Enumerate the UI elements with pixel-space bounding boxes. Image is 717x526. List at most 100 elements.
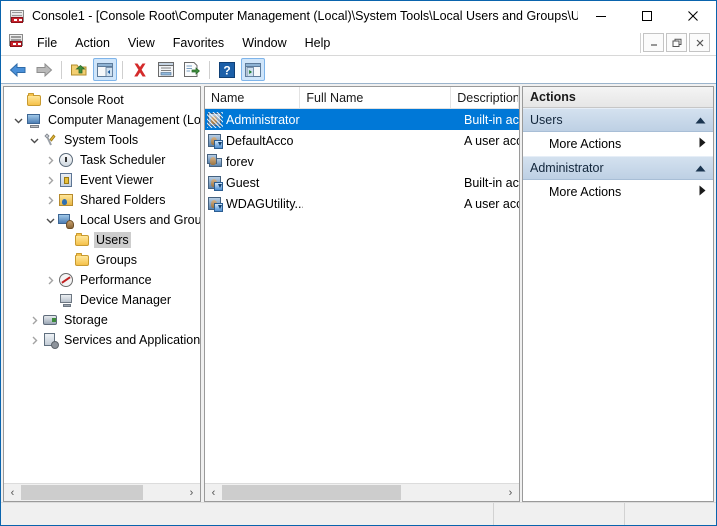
tree-node-performance[interactable]: Performance [4, 270, 200, 290]
actions-section-administrator[interactable]: Administrator [523, 156, 713, 180]
users-list-pane: Name Full Name Description Administrator… [204, 86, 520, 502]
scroll-right-icon[interactable]: › [183, 484, 200, 501]
tree-node-computer-management[interactable]: Computer Management (Lo [4, 110, 200, 130]
scroll-thumb[interactable] [222, 485, 402, 500]
tree-node-device-manager[interactable]: Device Manager [4, 290, 200, 310]
chevron-up-icon[interactable] [695, 113, 706, 127]
window-title: Console1 - [Console Root\Computer Manage… [32, 8, 578, 23]
mdi-caption-button-group [640, 32, 714, 53]
scroll-track[interactable] [222, 484, 502, 501]
action-item-more-actions-administrator[interactable]: More Actions [523, 180, 713, 204]
chevron-right-icon[interactable] [26, 332, 42, 348]
mdi-close-icon[interactable] [689, 33, 710, 52]
list-horizontal-scrollbar[interactable]: ‹ › [205, 483, 519, 501]
mdi-minimize-icon[interactable] [643, 33, 664, 52]
status-bar [1, 502, 716, 525]
toolbar: ? [1, 56, 716, 84]
tree-node-services-and-applications[interactable]: Services and Application [4, 330, 200, 350]
scroll-thumb[interactable] [21, 485, 143, 500]
mmc-console-icon-small [8, 32, 24, 53]
services-icon [42, 332, 59, 349]
maximize-icon[interactable] [624, 1, 670, 30]
column-header-name[interactable]: Name [205, 87, 301, 108]
tree-node-task-scheduler[interactable]: Task Scheduler [4, 150, 200, 170]
table-row[interactable]: forev [205, 151, 519, 172]
menu-window[interactable]: Window [233, 33, 295, 53]
menu-favorites[interactable]: Favorites [164, 33, 233, 53]
chevron-down-icon[interactable] [26, 132, 42, 148]
properties-icon[interactable] [154, 58, 178, 81]
cell-description: Built-in acco [464, 112, 519, 127]
column-header-full-name[interactable]: Full Name [300, 87, 452, 108]
chevron-right-icon[interactable] [42, 152, 58, 168]
export-list-icon[interactable] [180, 58, 204, 81]
tree-node-console-root[interactable]: Console Root [4, 90, 200, 110]
menu-file[interactable]: File [28, 33, 66, 53]
twisty-placeholder [42, 292, 58, 308]
chevron-right-icon[interactable] [42, 192, 58, 208]
tree-node-storage[interactable]: Storage [4, 310, 200, 330]
back-arrow-icon[interactable] [6, 58, 30, 81]
cell-user-name: Guest [226, 175, 260, 190]
tree-node-list[interactable]: Console Root Computer Management (Lo Sys… [4, 87, 200, 483]
help-question-icon[interactable]: ? [215, 58, 239, 81]
tree-node-system-tools[interactable]: System Tools [4, 130, 200, 150]
tree-node-shared-folders[interactable]: Shared Folders [4, 190, 200, 210]
twisty-placeholder [10, 92, 26, 108]
chevron-right-icon[interactable] [26, 312, 42, 328]
close-icon[interactable] [670, 1, 716, 30]
tree-node-label: Services and Application [64, 333, 200, 347]
menu-help[interactable]: Help [296, 33, 340, 53]
storage-icon [42, 312, 58, 328]
toolbar-separator-2 [122, 60, 123, 79]
status-segment-3 [625, 503, 716, 525]
console-tree-icon[interactable] [93, 58, 117, 81]
table-row[interactable]: Administrator Built-in acco [205, 109, 519, 130]
chevron-down-icon[interactable] [10, 112, 26, 128]
toolbar-separator-3 [209, 60, 210, 79]
scroll-track[interactable] [21, 484, 183, 501]
tree-horizontal-scrollbar[interactable]: ‹ › [4, 483, 200, 501]
chevron-right-icon[interactable] [699, 137, 706, 151]
local-users-groups-icon [58, 212, 74, 229]
menu-action[interactable]: Action [66, 33, 119, 53]
chevron-right-icon[interactable] [42, 272, 58, 288]
forward-arrow-icon[interactable] [32, 58, 56, 81]
delete-x-icon[interactable] [128, 58, 152, 81]
table-row[interactable]: WDAGUtility... A user acco [205, 193, 519, 214]
list-rows[interactable]: Administrator Built-in acco DefaultAcco … [205, 109, 519, 483]
tree-node-label: Performance [80, 273, 152, 287]
menu-view[interactable]: View [119, 33, 164, 53]
mdi-restore-icon[interactable] [666, 33, 687, 52]
event-log-icon [58, 172, 74, 188]
scroll-left-icon[interactable]: ‹ [4, 484, 21, 501]
scroll-right-icon[interactable]: › [502, 484, 519, 501]
folder-up-icon[interactable] [67, 58, 91, 81]
performance-icon [58, 272, 74, 288]
column-header-description[interactable]: Description [451, 87, 519, 108]
tree-node-users[interactable]: Users [4, 230, 200, 250]
mmc-console-window: Console1 - [Console Root\Computer Manage… [0, 0, 717, 526]
computer-icon [26, 112, 42, 128]
user-icon [207, 196, 223, 212]
chevron-right-icon[interactable] [42, 172, 58, 188]
caption-button-group [578, 1, 716, 30]
scroll-left-icon[interactable]: ‹ [205, 484, 222, 501]
chevron-up-icon[interactable] [695, 161, 706, 175]
table-row[interactable]: DefaultAcco A user acco [205, 130, 519, 151]
clock-icon [58, 152, 74, 168]
tree-node-local-users-and-groups[interactable]: Local Users and Grou [4, 210, 200, 230]
action-item-more-actions-users[interactable]: More Actions [523, 132, 713, 156]
table-row[interactable]: Guest Built-in acco [205, 172, 519, 193]
chevron-down-icon[interactable] [42, 212, 58, 228]
action-item-label: More Actions [549, 137, 622, 151]
tree-node-groups[interactable]: Groups [4, 250, 200, 270]
action-pane-icon[interactable] [241, 58, 265, 81]
minimize-icon[interactable] [578, 1, 624, 30]
user-local-icon [207, 153, 223, 170]
actions-section-users[interactable]: Users [523, 108, 713, 132]
tree-node-event-viewer[interactable]: Event Viewer [4, 170, 200, 190]
chevron-right-icon[interactable] [699, 185, 706, 199]
list-column-header: Name Full Name Description [205, 87, 519, 109]
user-icon [207, 133, 223, 149]
